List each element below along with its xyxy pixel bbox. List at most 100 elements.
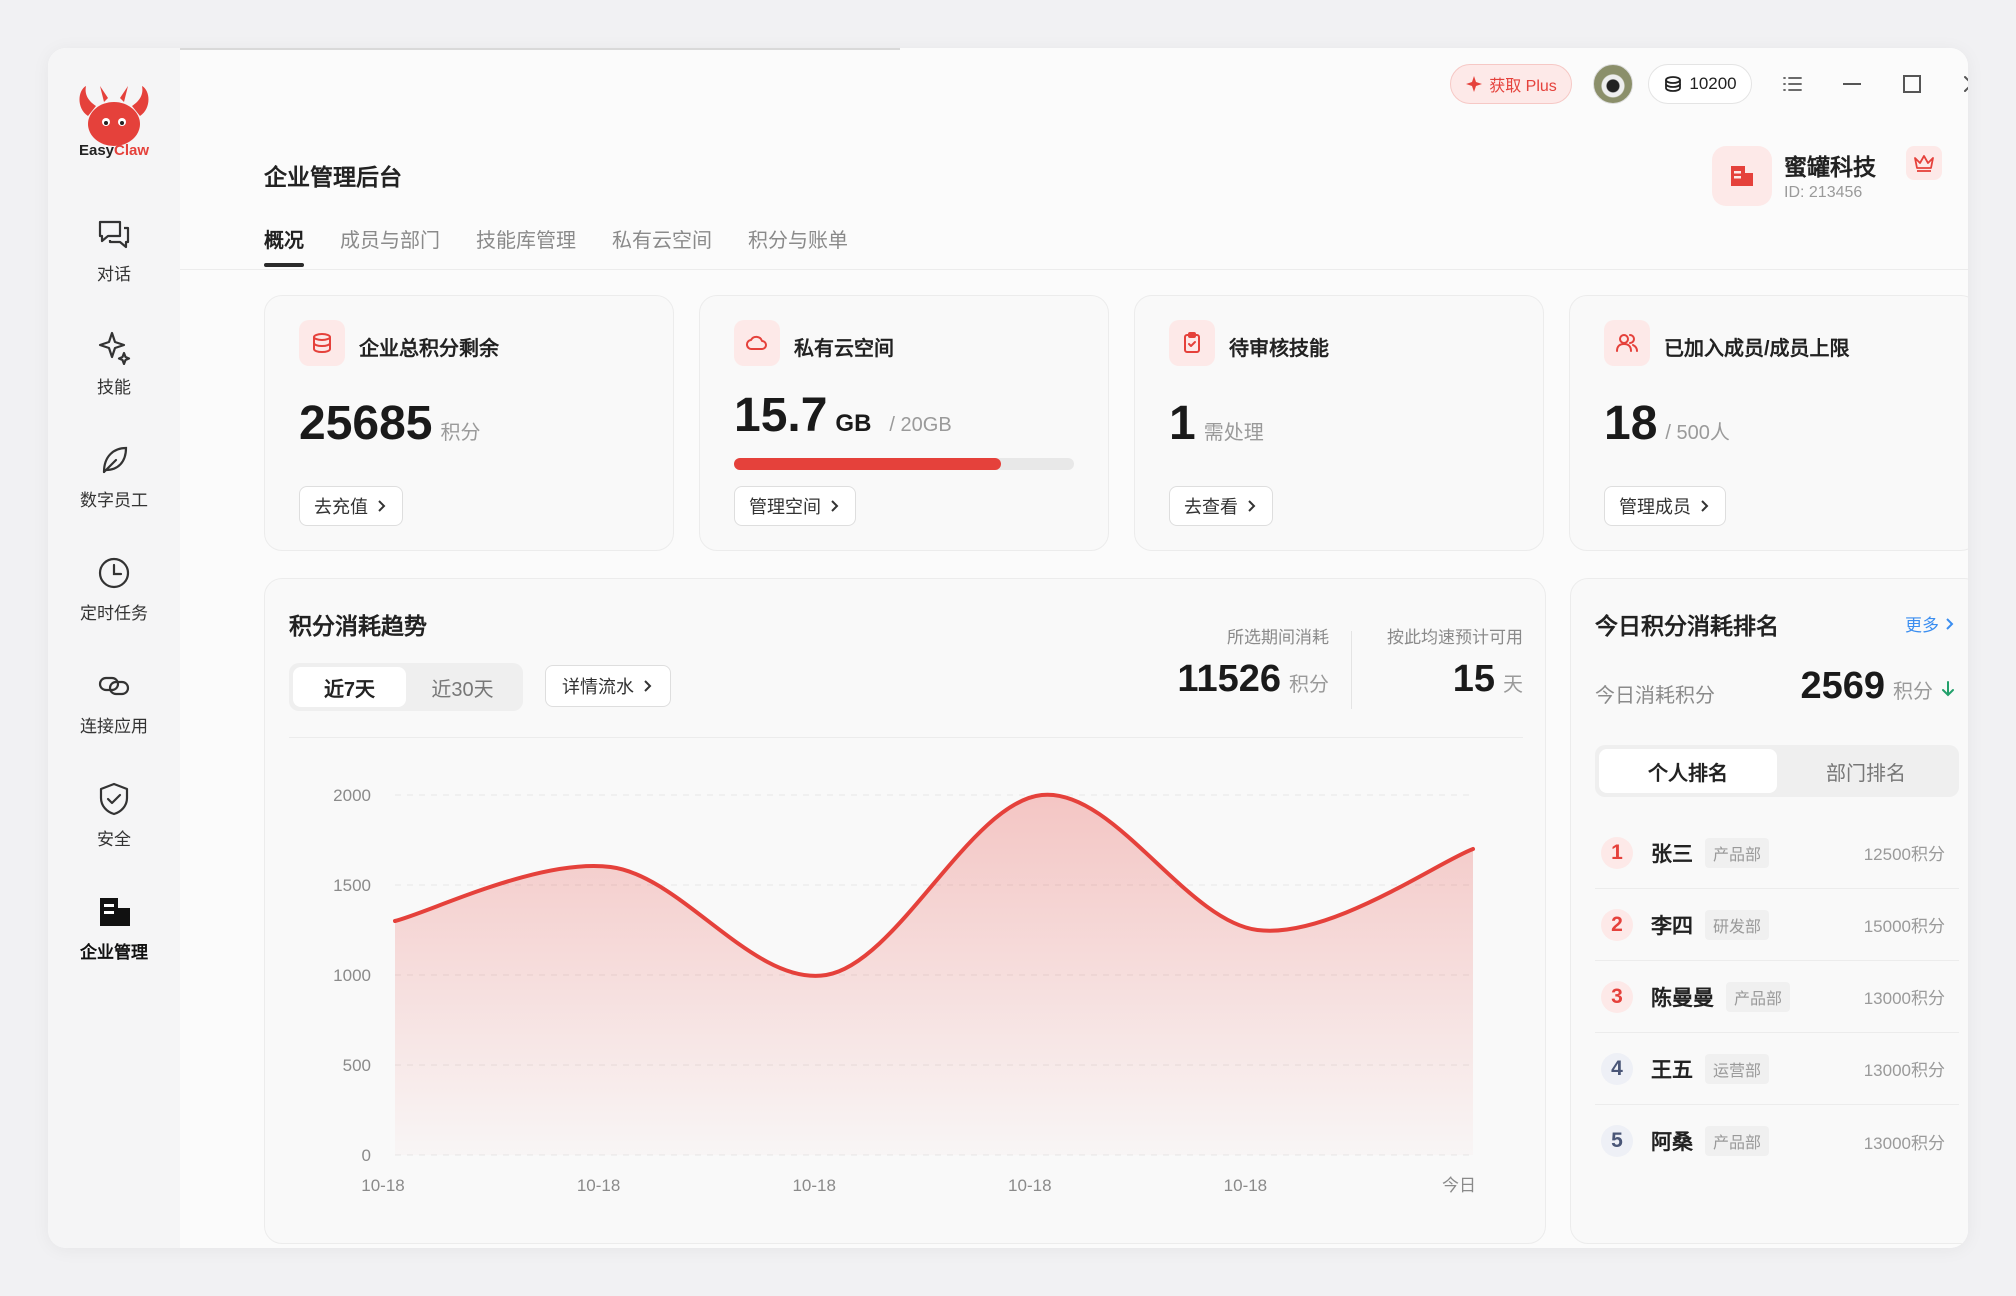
stat-unit: 需处理 <box>1203 422 1264 444</box>
close-button[interactable] <box>1954 66 1968 102</box>
stat-value: 25685 积分 <box>299 396 480 451</box>
manage-space-button[interactable]: 管理空间 <box>734 486 856 526</box>
recharge-label: 去充值 <box>314 497 368 517</box>
sidebar-item-digital-staff[interactable]: 数字员工 <box>48 442 180 538</box>
y-tick-label: 1000 <box>333 966 371 985</box>
personal-ranking-tab[interactable]: 个人排名 <box>1599 749 1777 793</box>
list-icon <box>1783 77 1802 91</box>
maximize-button[interactable] <box>1894 66 1930 102</box>
forecast-value: 15 <box>1452 658 1495 700</box>
range-30-days-button[interactable]: 近30天 <box>406 667 519 707</box>
stat-title: 已加入成员/成员上限 <box>1664 338 1850 360</box>
rank-number: 1 <box>1601 836 1633 869</box>
chevron-right-icon <box>378 500 386 512</box>
sparkle-icon <box>98 331 131 365</box>
ranking-row[interactable]: 4 王五 运营部 13000积分 <box>1595 1033 1959 1105</box>
ranking-row[interactable]: 5 阿桑 产品部 13000积分 <box>1595 1105 1959 1177</box>
company-info: 蜜罐科技 ID: 213456 <box>1712 142 1942 208</box>
rank-name: 陈曼曼 <box>1651 986 1714 1010</box>
chevron-right-icon <box>831 500 839 512</box>
chat-icon <box>98 220 130 249</box>
maximize-icon <box>1903 75 1921 93</box>
chevron-right-icon <box>1701 500 1709 512</box>
rank-score: 15000积分 <box>1863 917 1945 936</box>
brand-part-2: Claw <box>114 142 150 159</box>
clipboard-check-icon <box>1169 320 1215 366</box>
stat-number: 25685 <box>299 397 433 450</box>
sparkle-icon <box>1466 76 1483 92</box>
ranking-row[interactable]: 3 陈曼曼 产品部 13000积分 <box>1595 961 1959 1033</box>
stat-card-total-points: 企业总积分剩余 25685 积分 去充值 <box>264 295 674 551</box>
sidebar-item-label: 数字员工 <box>80 491 148 510</box>
ranking-more-label: 更多 <box>1905 616 1939 635</box>
company-name: 蜜罐科技 <box>1784 154 1876 180</box>
sidebar-item-enterprise[interactable]: 企业管理 <box>48 894 180 990</box>
minimize-button[interactable] <box>1834 66 1870 102</box>
brand-part-1: Easy <box>78 142 115 159</box>
shield-icon <box>99 782 129 816</box>
summary-divider <box>1351 631 1352 709</box>
minimize-icon <box>1843 83 1861 85</box>
ranking-more-link[interactable]: 更多 <box>1905 611 1955 636</box>
y-tick-label: 500 <box>343 1056 371 1075</box>
today-consumption-label: 今日消耗积分 <box>1595 685 1715 707</box>
manage-space-label: 管理空间 <box>749 497 821 517</box>
period-unit: 积分 <box>1289 674 1329 696</box>
list-menu-button[interactable] <box>1774 66 1810 102</box>
tab-skill-library[interactable]: 技能库管理 <box>476 224 576 267</box>
tab-private-cloud[interactable]: 私有云空间 <box>612 224 712 267</box>
ranking-row[interactable]: 1 张三 产品部 12500积分 <box>1595 817 1959 889</box>
sidebar-item-scheduled-tasks[interactable]: 定时任务 <box>48 555 180 651</box>
sidebar-item-connected-apps[interactable]: 连接应用 <box>48 668 180 764</box>
range-7-days-button[interactable]: 近7天 <box>293 667 406 707</box>
stat-title: 待审核技能 <box>1229 338 1329 360</box>
crown-icon <box>1906 146 1942 180</box>
chevron-right-icon <box>644 680 652 692</box>
coins-icon <box>1665 76 1682 92</box>
sidebar-item-chat[interactable]: 对话 <box>48 216 180 312</box>
chevron-right-icon <box>1248 500 1256 512</box>
detail-flow-button[interactable]: 详情流水 <box>545 665 671 707</box>
tab-overview[interactable]: 概况 <box>264 224 304 267</box>
ranking-toggle: 个人排名 部门排名 <box>1595 745 1959 797</box>
tab-points-billing[interactable]: 积分与账单 <box>748 224 848 267</box>
ranking-row[interactable]: 2 李四 研发部 15000积分 <box>1595 889 1959 961</box>
rank-score: 13000积分 <box>1863 1133 1945 1153</box>
manage-members-label: 管理成员 <box>1619 497 1691 517</box>
loading-line <box>180 48 900 50</box>
tabs-divider <box>180 269 1968 270</box>
stat-card-private-cloud: 私有云空间 15.7 GB / 20GB 管理空间 <box>699 295 1109 551</box>
sidebar-item-label: 安全 <box>97 830 131 849</box>
today-value: 2569 <box>1800 665 1885 707</box>
department-ranking-tab[interactable]: 部门排名 <box>1777 749 1955 793</box>
rank-score: 12500积分 <box>1863 845 1945 864</box>
rank-number: 4 <box>1601 1052 1633 1085</box>
stat-value: 1 需处理 <box>1169 396 1264 451</box>
x-tick-label: 10-18 <box>1224 1176 1267 1195</box>
stat-number: 1 <box>1169 397 1196 450</box>
rank-name: 阿桑 <box>1651 1131 1693 1154</box>
sidebar-item-skills[interactable]: 技能 <box>48 329 180 425</box>
trend-title: 积分消耗趋势 <box>289 613 427 639</box>
points-balance[interactable]: 10200 <box>1648 64 1752 104</box>
sidebar-item-label: 连接应用 <box>80 717 148 736</box>
period-consumption: 所选期间消耗 11526 积分 <box>1177 623 1329 701</box>
period-value-row: 11526 积分 <box>1177 658 1329 701</box>
review-button[interactable]: 去查看 <box>1169 486 1273 526</box>
get-plus-button[interactable]: 获取 Plus <box>1450 64 1572 104</box>
sidebar-item-security[interactable]: 安全 <box>48 781 180 877</box>
company-icon <box>1712 146 1772 206</box>
manage-members-button[interactable]: 管理成员 <box>1604 486 1726 526</box>
rank-department: 研发部 <box>1705 909 1770 940</box>
period-label: 所选期间消耗 <box>1227 628 1329 647</box>
range-toggle: 近7天 近30天 <box>289 663 523 711</box>
forecast-value-row: 15 天 <box>1387 658 1523 701</box>
tab-members[interactable]: 成员与部门 <box>340 224 440 267</box>
recharge-button[interactable]: 去充值 <box>299 486 403 526</box>
x-tick-label: 10-18 <box>361 1176 404 1195</box>
user-avatar[interactable] <box>1593 64 1633 104</box>
stat-card-members: 已加入成员/成员上限 18 / 500人 管理成员 <box>1569 295 1968 551</box>
close-icon <box>1964 76 1968 92</box>
rank-score: 13000积分 <box>1863 1061 1945 1080</box>
stat-unit: / 20GB <box>889 414 952 436</box>
